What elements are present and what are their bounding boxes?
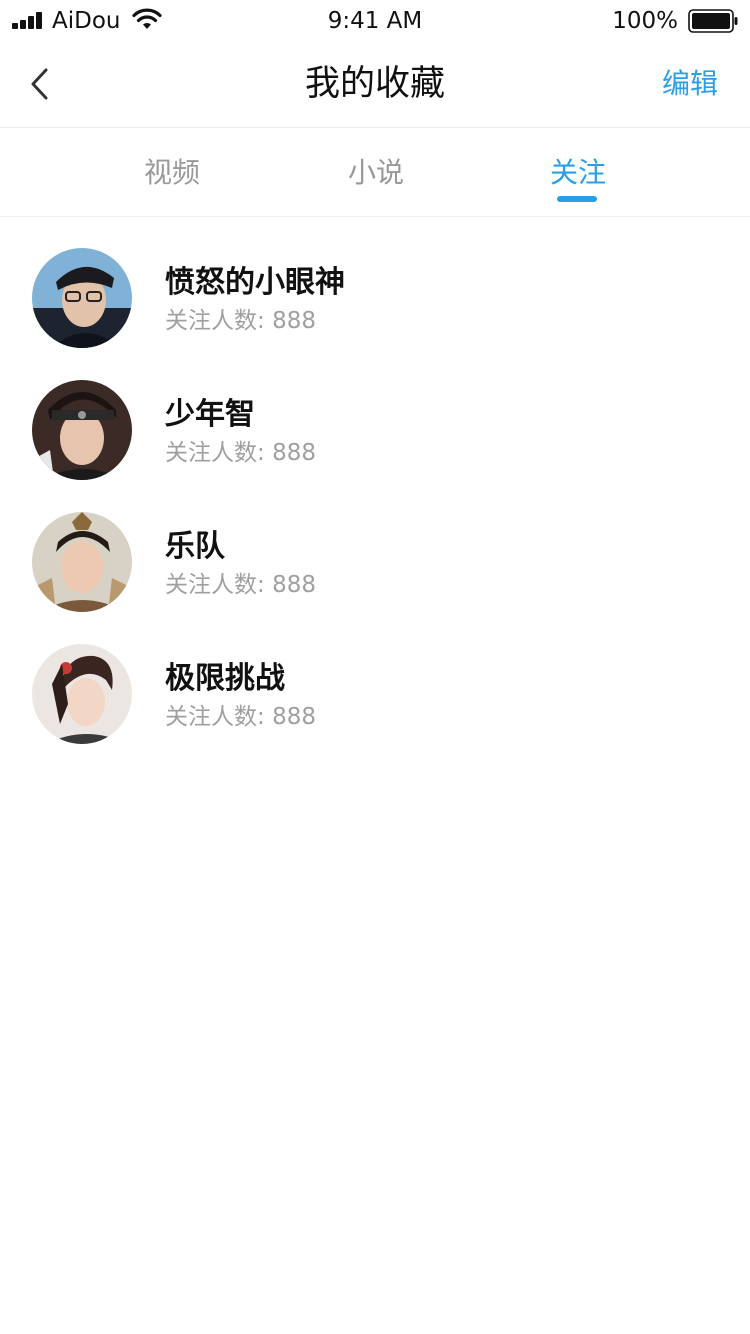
list-item[interactable]: 少年智 关注人数: 888 — [0, 380, 750, 512]
follower-count: 关注人数: 888 — [165, 306, 316, 336]
list-item[interactable]: 愤怒的小眼神 关注人数: 888 — [0, 248, 750, 380]
tab-label: 关注 — [549, 156, 606, 189]
item-name: 极限挑战 — [165, 661, 285, 696]
item-name: 乐队 — [165, 529, 225, 564]
tab-label: 小说 — [347, 156, 404, 189]
avatar — [32, 248, 132, 348]
battery-icon — [688, 9, 738, 33]
chevron-left-icon — [31, 68, 48, 100]
item-name: 愤怒的小眼神 — [165, 265, 345, 300]
item-name: 少年智 — [165, 397, 255, 432]
list-item[interactable]: 极限挑战 关注人数: 888 — [0, 644, 750, 776]
follower-count-value: 888 — [272, 308, 316, 334]
follower-count-value: 888 — [272, 704, 316, 730]
follower-count-label: 关注人数: — [165, 440, 265, 466]
follower-count-label: 关注人数: — [165, 572, 265, 598]
avatar — [32, 512, 132, 612]
avatar — [32, 380, 132, 480]
page-title: 我的收藏 — [304, 64, 445, 104]
back-button[interactable] — [18, 60, 66, 108]
tab-bar: 视频 小说 关注 — [0, 129, 750, 217]
follower-count-label: 关注人数: — [165, 704, 265, 730]
follower-count: 关注人数: 888 — [165, 438, 316, 468]
status-bar: AiDou 9:41 AM 100% — [0, 0, 750, 40]
follower-count-value: 888 — [272, 572, 316, 598]
tab-video[interactable]: 视频 — [92, 155, 252, 191]
tab-novel[interactable]: 小说 — [296, 155, 456, 191]
follower-count-value: 888 — [272, 440, 316, 466]
edit-button[interactable]: 编辑 — [662, 66, 718, 102]
battery-percent: 100% — [612, 8, 678, 34]
follower-count: 关注人数: 888 — [165, 702, 316, 732]
active-tab-indicator — [557, 196, 597, 202]
follower-count-label: 关注人数: — [165, 308, 265, 334]
follow-list: 愤怒的小眼神 关注人数: 888 少年智 关注人数: 888 乐队 关注人数: … — [0, 248, 750, 776]
tab-label: 视频 — [143, 156, 200, 189]
tab-follow[interactable]: 关注 — [498, 155, 658, 202]
nav-bar: 我的收藏 编辑 — [0, 40, 750, 128]
follower-count: 关注人数: 888 — [165, 570, 316, 600]
list-item[interactable]: 乐队 关注人数: 888 — [0, 512, 750, 644]
avatar — [32, 644, 132, 744]
